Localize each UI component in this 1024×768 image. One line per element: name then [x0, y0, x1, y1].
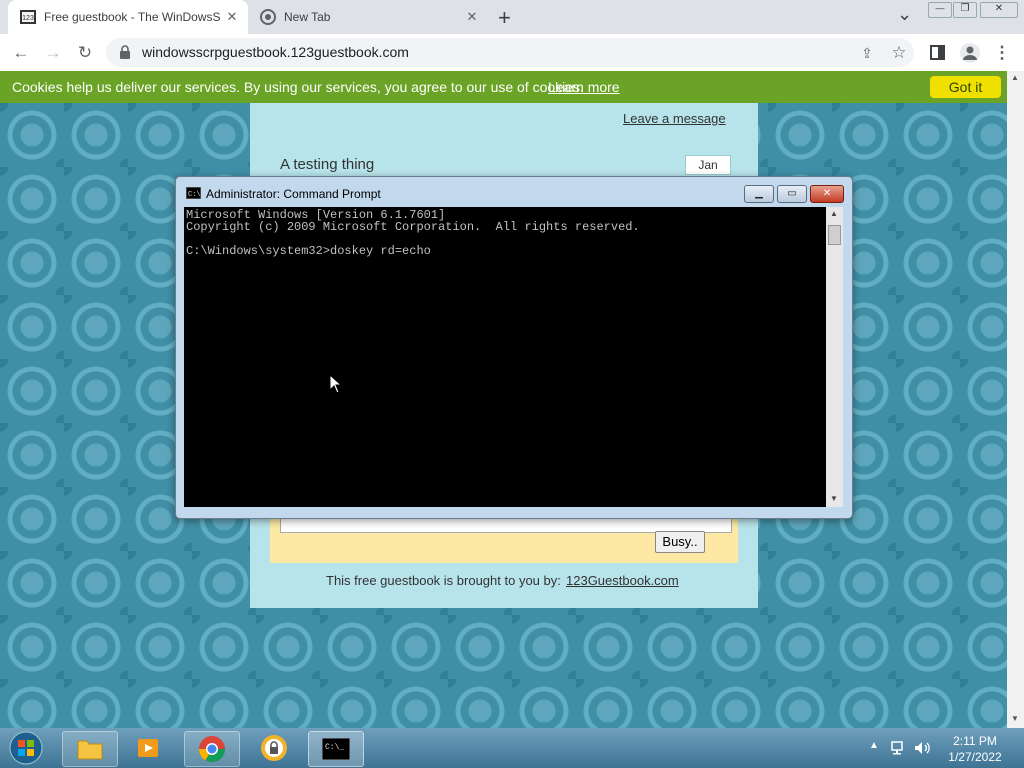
cmd-maximize-button[interactable]: ▭: [777, 185, 807, 203]
cmd-close-button[interactable]: ✕: [810, 185, 844, 203]
back-arrow-icon[interactable]: ←: [10, 42, 32, 64]
clock-time: 2:11 PM: [953, 734, 997, 748]
mouse-cursor-icon: [329, 374, 343, 394]
profile-avatar-icon[interactable]: [959, 42, 981, 64]
scroll-up-icon[interactable]: ▲: [1011, 73, 1019, 82]
console-line: C:\Windows\system32>doskey rd=echo: [186, 244, 431, 258]
svg-text:123: 123: [22, 15, 34, 22]
media-player-icon: [138, 739, 158, 757]
volume-icon[interactable]: [913, 740, 931, 756]
lock-icon[interactable]: [119, 45, 131, 59]
svg-text:C:\: C:\: [188, 191, 201, 199]
tab-new-tab[interactable]: New Tab ✕: [248, 0, 488, 34]
show-hidden-icons[interactable]: ▲: [869, 740, 879, 751]
kebab-menu-icon[interactable]: ⋮: [991, 42, 1013, 64]
learn-more-link[interactable]: Learn more: [548, 79, 620, 95]
close-window-button[interactable]: ✕: [980, 2, 1018, 18]
tab-title: New Tab: [284, 10, 331, 24]
taskbar-media-player[interactable]: [122, 731, 176, 765]
scroll-down-icon[interactable]: ▼: [1011, 714, 1019, 723]
taskbar-cmd[interactable]: C:\_: [308, 731, 364, 767]
chrome-favicon-icon: [260, 9, 276, 25]
cmd-window[interactable]: C:\ Administrator: Command Prompt ▁ ▭ ✕ …: [175, 176, 853, 519]
cmd-console[interactable]: Microsoft Windows [Version 6.1.7601] Copy…: [184, 207, 826, 507]
guestbook-favicon-icon: 123: [20, 10, 36, 24]
cookie-text: Cookies help us deliver our services. By…: [12, 79, 584, 95]
tab-guestbook[interactable]: 123 Free guestbook - The WinDowsS ✕: [8, 0, 248, 34]
taskbar-keepass[interactable]: [246, 731, 300, 765]
cmd-app-icon: C:\: [186, 187, 201, 199]
taskbar-clock[interactable]: 2:11 PM 1/27/2022: [935, 733, 1015, 765]
network-icon[interactable]: [890, 740, 908, 756]
entry-date-badge: Jan: [685, 155, 731, 175]
clock-date: 1/27/2022: [948, 750, 1002, 764]
cmd-title: Administrator: Command Prompt: [206, 187, 381, 201]
page-scrollbar[interactable]: ▲ ▼: [1007, 71, 1024, 728]
scroll-down-icon[interactable]: ▼: [830, 494, 838, 503]
start-button-icon[interactable]: [6, 730, 46, 766]
taskbar-chrome[interactable]: [184, 731, 240, 767]
got-it-button[interactable]: Got it: [930, 76, 1001, 98]
entry-title: A testing thing: [280, 156, 375, 173]
console-line: Copyright (c) 2009 Microsoft Corporation…: [186, 220, 640, 234]
url-text[interactable]: windowsscrpguestbook.123guestbook.com: [142, 44, 409, 60]
new-tab-button[interactable]: +: [498, 5, 511, 31]
tab-search-button[interactable]: ⌄: [897, 4, 912, 25]
lock-app-icon: [261, 735, 287, 761]
busy-button[interactable]: Busy..: [655, 531, 705, 553]
tab-strip: 123 Free guestbook - The WinDowsS ✕ New …: [0, 0, 1024, 34]
cookie-bar: Cookies help us deliver our services. By…: [0, 71, 1024, 103]
cmd-scrollbar[interactable]: ▲ ▼: [826, 207, 843, 507]
folder-icon: [77, 740, 103, 760]
tab-close-icon[interactable]: ✕: [462, 9, 482, 25]
bookmark-star-icon[interactable]: ☆: [888, 42, 910, 64]
footer-link[interactable]: 123Guestbook.com: [566, 573, 679, 588]
leave-message-link[interactable]: Leave a message: [623, 111, 726, 126]
side-panel-icon[interactable]: [930, 45, 945, 60]
minimize-button[interactable]: —: [928, 2, 952, 18]
browser-toolbar: ← → ↻ windowsscrpguestbook.123guestbook.…: [0, 34, 1024, 72]
reload-icon[interactable]: ↻: [74, 42, 96, 64]
forward-arrow-icon[interactable]: →: [42, 42, 64, 64]
scroll-up-icon[interactable]: ▲: [830, 209, 838, 218]
entry-month: Jan: [698, 158, 718, 172]
taskbar: C:\_ ▲ 2:11 PM 1/27/2022: [0, 728, 1024, 768]
cmd-icon: C:\_: [322, 738, 350, 760]
taskbar-explorer[interactable]: [62, 731, 118, 767]
scroll-thumb[interactable]: [828, 225, 841, 245]
tab-close-icon[interactable]: ✕: [222, 9, 242, 25]
chrome-icon: [198, 736, 226, 763]
footer-text: This free guestbook is brought to you by…: [326, 573, 561, 588]
svg-text:C:\_: C:\_: [325, 743, 344, 752]
tab-title: Free guestbook - The WinDowsS: [44, 10, 221, 24]
cmd-minimize-button[interactable]: ▁: [744, 185, 774, 203]
share-icon[interactable]: ⇪: [856, 42, 878, 64]
restore-button[interactable]: ❐: [953, 2, 977, 18]
